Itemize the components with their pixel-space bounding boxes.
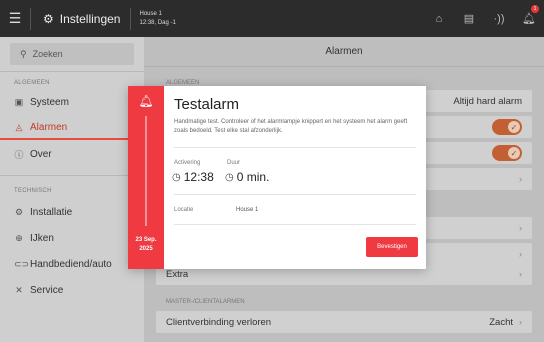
divider	[0, 71, 144, 72]
check-icon: ✓	[508, 121, 520, 133]
sidebar-item-label: Alarmen	[30, 121, 68, 133]
confirm-button[interactable]: Bevestigen	[366, 237, 418, 257]
location-value: House 1	[236, 207, 259, 213]
toggle-switch[interactable]: ✓	[492, 119, 522, 135]
alarm-date: 23 Sep. 2025	[128, 236, 164, 254]
signal-icon[interactable]: ·))	[484, 0, 514, 37]
sidebar-item-label: Systeem	[30, 96, 69, 108]
sidebar-item-service[interactable]: ✕ Service	[0, 278, 144, 302]
duration-value: 0 min.	[236, 170, 270, 184]
activation-label: Activering	[174, 160, 201, 166]
toggle-switch[interactable]: ✓	[492, 145, 522, 161]
sidebar-item-label: Service	[30, 284, 64, 296]
house-datetime: 12:38, Dag -1	[139, 19, 176, 26]
location-label: Locatie	[174, 207, 194, 213]
home-icon[interactable]: ⌂	[424, 0, 454, 37]
sidebar-item-label: Installatie	[30, 206, 73, 218]
page-title: Instellingen	[59, 11, 121, 26]
sidebar-item-label: Over	[30, 148, 52, 160]
dialog-description: Handmatige test. Controleer of het alarm…	[174, 119, 408, 134]
house-name: House 1	[139, 10, 162, 17]
sidebar-item-label: Handbediend/auto	[30, 258, 112, 270]
top-bar: ☰ ⚙ Instellingen House 1 12:38, Dag -1 ⌂…	[0, 0, 544, 37]
client-connection-label: Clientverbinding verloren	[166, 316, 272, 328]
search-icon: ⚲	[20, 48, 27, 59]
alarm-date-day: 23 Sep.	[135, 237, 157, 243]
dialog-title: Testalarm	[174, 96, 240, 113]
check-icon: ✓	[508, 147, 520, 159]
divider	[174, 147, 416, 148]
settings-title: ⚙ Instellingen	[31, 12, 130, 26]
section-label-general: ALGEMEEN	[14, 80, 50, 86]
menu-icon[interactable]: ☰	[0, 0, 30, 37]
duration: ◷ 0 min.	[225, 170, 269, 184]
timeline-line	[145, 116, 147, 226]
chevron-right-icon: ›	[519, 223, 522, 233]
section-label-master: MASTER-/CLIENTALARMEN	[166, 299, 245, 305]
dialog-side-strip: 🔔︎ 23 Sep. 2025	[128, 86, 164, 269]
section-label-technical: TECHNISCH	[14, 188, 52, 194]
search-placeholder: Zoeken	[32, 49, 63, 59]
chevron-right-icon: ›	[519, 317, 522, 327]
clock-icon: ◷	[225, 171, 234, 183]
duration-label: Duur	[227, 160, 241, 166]
client-connection-value: Zacht	[489, 316, 513, 328]
alarm-icon: ◬	[15, 121, 23, 132]
activation-time: ◷ 12:38	[172, 170, 214, 184]
manual-icon: ⊂⊃	[14, 258, 30, 269]
sidebar-item-label: IJken	[30, 232, 54, 244]
sidebar-item-alarmen[interactable]: ◬ Alarmen	[0, 116, 144, 140]
clock-icon: ◷	[172, 171, 181, 183]
chevron-right-icon: ›	[519, 174, 522, 184]
chevron-right-icon: ›	[519, 269, 522, 279]
divider	[0, 175, 144, 176]
system-icon: ▣	[14, 96, 24, 107]
divider	[174, 194, 416, 195]
sidebar-item-over[interactable]: ⓘ Over	[0, 142, 144, 166]
document-icon[interactable]: ▤	[454, 0, 484, 37]
test-alarm-dialog: 🔔︎ 23 Sep. 2025 Testalarm Handmatige tes…	[128, 86, 426, 269]
client-connection-row[interactable]: Clientverbinding verloren Zacht ›	[156, 311, 532, 333]
sidebar: ⚲ Zoeken ALGEMEEN ▣ Systeem ◬ Alarmen ⓘ …	[0, 37, 144, 342]
chevron-right-icon: ›	[519, 249, 522, 259]
activation-value: 12:38	[183, 170, 214, 184]
info-icon: ⓘ	[14, 149, 24, 160]
sidebar-item-systeem[interactable]: ▣ Systeem	[0, 90, 144, 114]
alarm-date-year: 2025	[139, 246, 153, 252]
main-header: Alarmen	[144, 37, 544, 67]
divider	[174, 224, 416, 225]
alarm-count-badge: 1	[531, 5, 539, 13]
settings-icon: ⚙	[43, 11, 54, 26]
search-input[interactable]: ⚲ Zoeken	[10, 43, 134, 65]
sidebar-item-handbediend[interactable]: ⊂⊃ Handbediend/auto	[0, 252, 144, 276]
service-icon: ✕	[15, 284, 23, 295]
alarm-bell-icon: 🔔︎	[138, 94, 154, 108]
bell-icon[interactable]: 🔔︎ 1	[514, 0, 544, 37]
house-info: House 1 12:38, Dag -1	[131, 10, 175, 28]
alarm-mode-value: Altijd hard alarm	[453, 95, 522, 107]
sidebar-item-installatie[interactable]: ⚙ Installatie	[0, 200, 144, 224]
sidebar-item-ijken[interactable]: ⊕ IJken	[0, 226, 144, 250]
extra-label: Extra	[166, 268, 189, 280]
installation-icon: ⚙	[14, 206, 24, 217]
calibrate-icon: ⊕	[15, 232, 23, 243]
